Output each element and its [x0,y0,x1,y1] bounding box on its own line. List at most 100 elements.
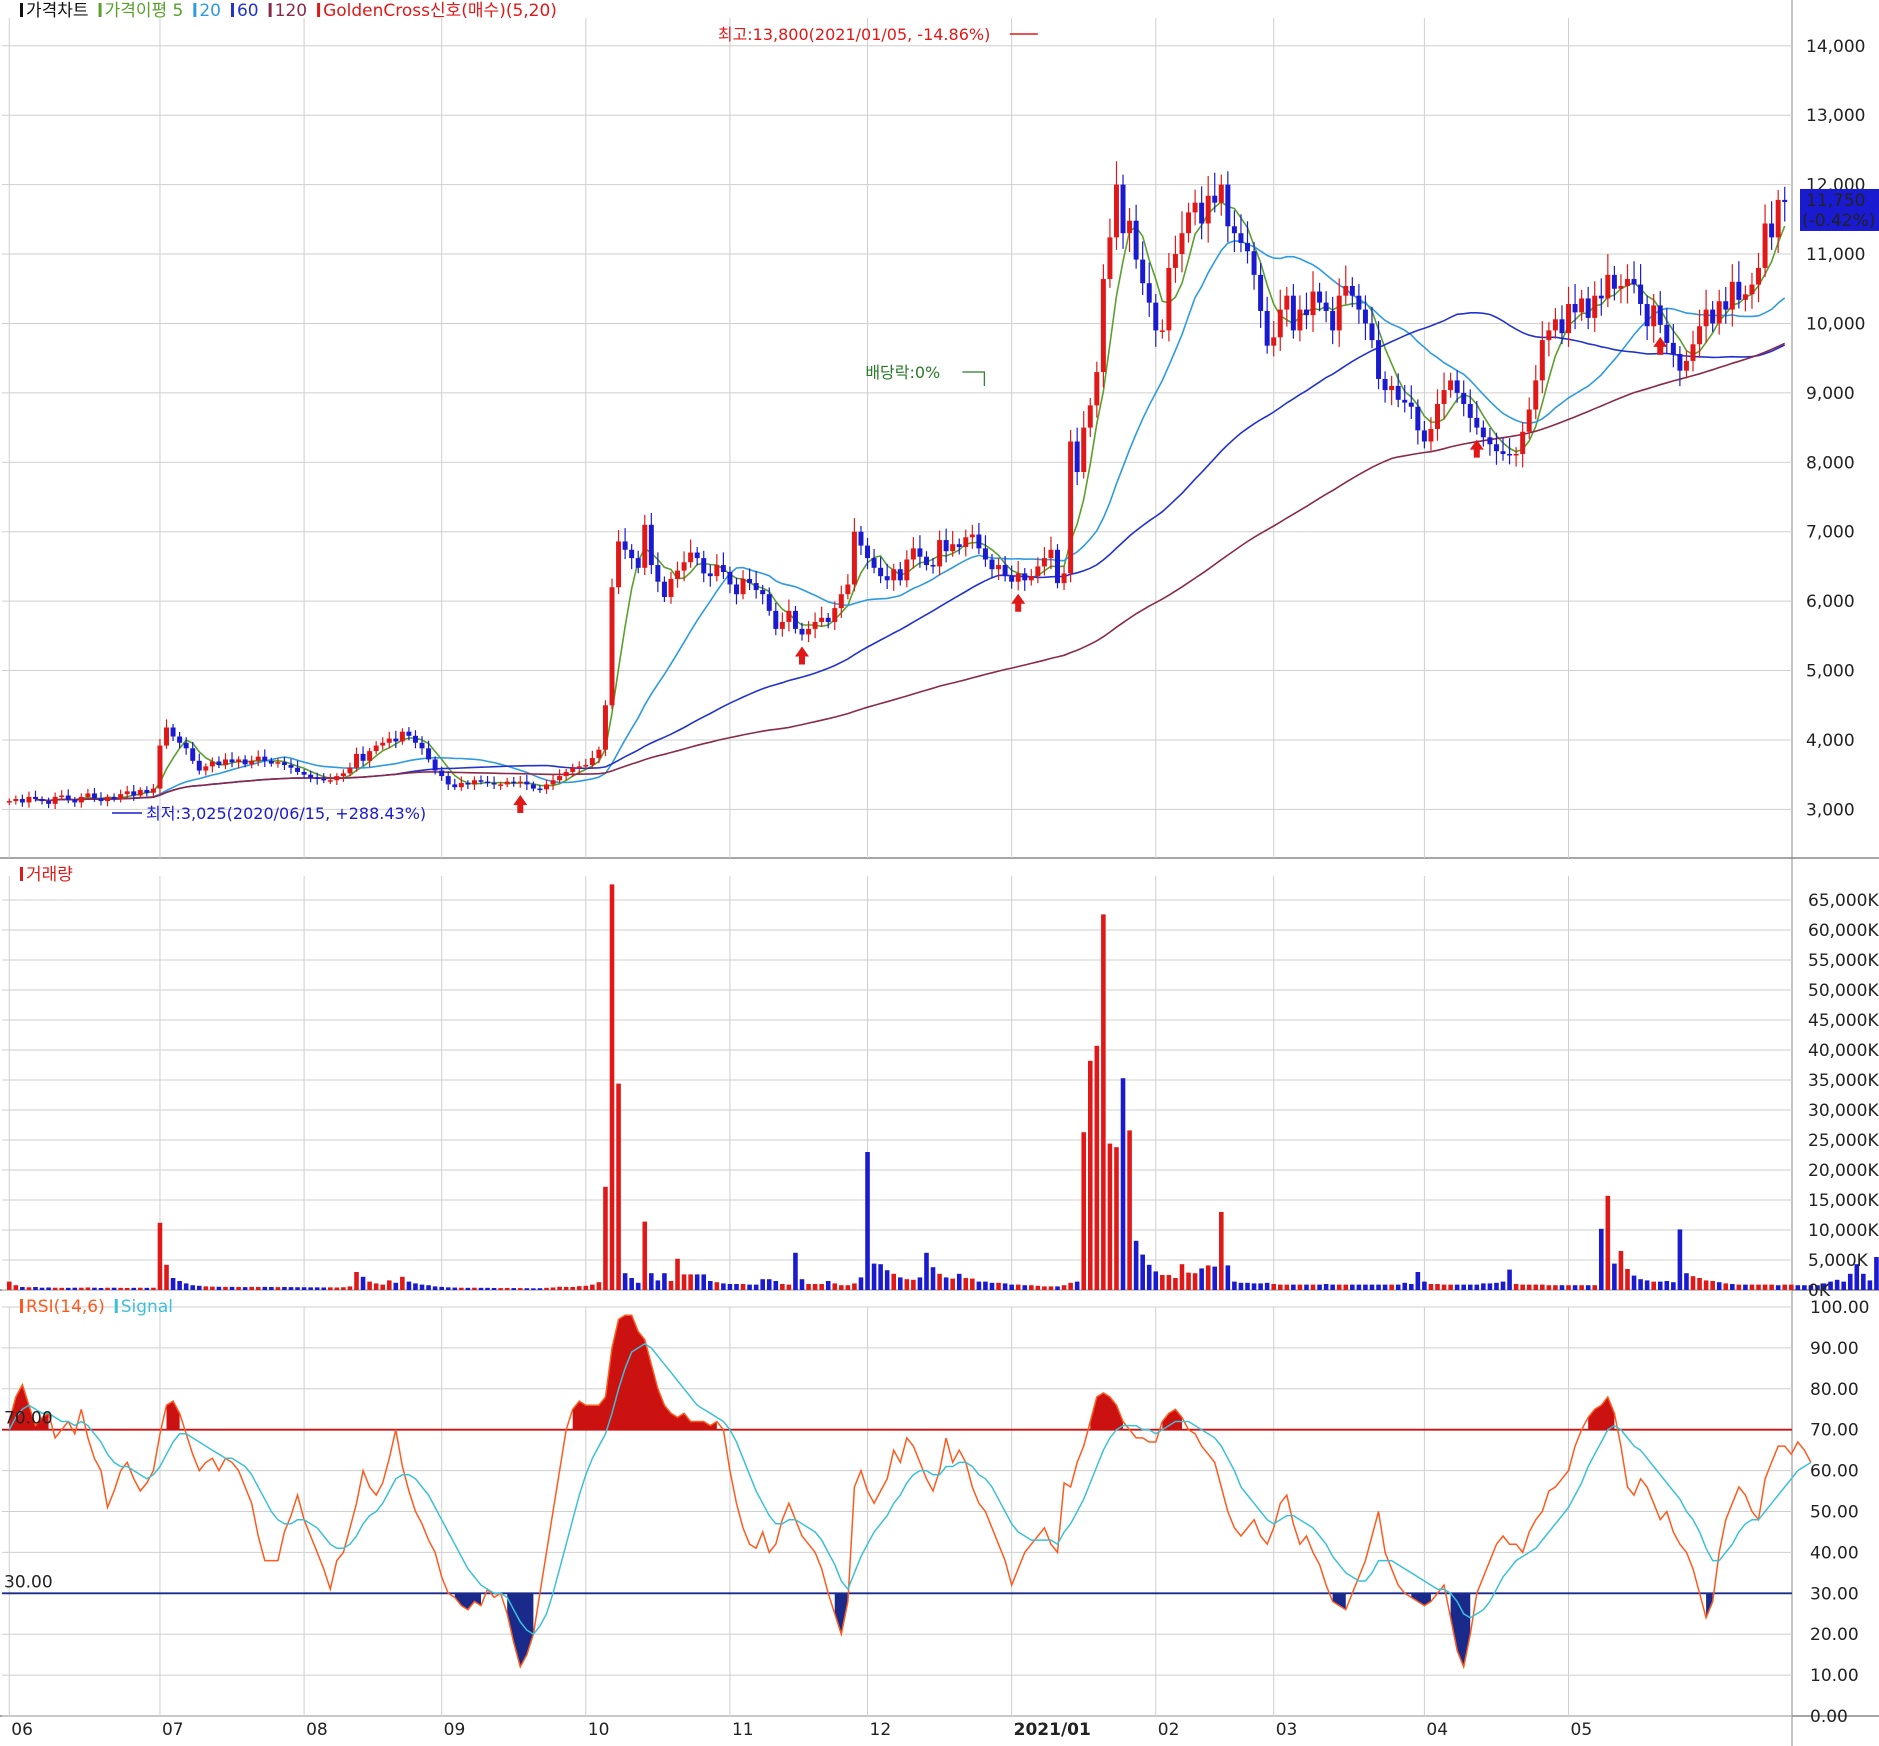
volume-bar [386,1280,392,1290]
volume-bar [1395,1284,1401,1290]
volume-bar [609,884,615,1290]
current-change: (-0.42%) [1802,211,1875,231]
volume-bar [1775,1285,1781,1290]
rsi-overbought-fill [572,1315,717,1430]
volume-bar [46,1287,51,1290]
volume-bar [79,1287,84,1290]
candle-body [1435,403,1440,429]
candle-body [39,798,45,802]
volume-bar [596,1282,602,1290]
dividend-annotation: 배당락:0% [865,363,940,382]
candle-body [1742,294,1748,300]
candle-body [596,749,602,759]
golden-cross-arrow [1011,593,1026,612]
candle-body [570,767,576,772]
golden-cross-arrow [513,795,528,814]
candle-body [1271,337,1277,346]
volume-bar [996,1282,1001,1290]
volume-bar [1271,1284,1277,1290]
legend-swatch [114,1299,118,1313]
volume-bar [753,1284,759,1290]
candle-body [170,727,176,737]
volume-bar [1422,1281,1427,1290]
legend-swatch [317,3,321,17]
candle-body [485,781,491,784]
volume-bar [747,1284,752,1290]
volume-bar [812,1284,818,1290]
candle-body [1061,573,1067,584]
candle-body [308,774,314,778]
candle-body [1520,431,1526,454]
candle-body [1055,549,1061,584]
volume-bar [1795,1285,1801,1290]
price-panel[interactable]: 3,000 4,000 5,000 6,000 7,000 8,000 9,000 10,00… [6,1,1879,823]
candle-body [1179,233,1185,255]
candle-body [668,578,674,597]
candle-body [851,531,857,585]
candle-body [432,759,438,771]
candle-body [458,783,464,788]
volume-bar [151,1287,156,1290]
candle-body [32,796,38,799]
rsi-series-line [8,1314,1812,1670]
candle-body [1041,558,1047,567]
stock-chart[interactable]: 3,000 4,000 5,000 6,000 7,000 8,000 9,000 10,00… [0,0,1879,1746]
legend-label: 120 [275,1,307,21]
volume-bar [334,1287,340,1290]
volume-bar [603,1186,608,1290]
volume-bar [321,1287,327,1290]
volume-bar [400,1276,405,1290]
candle-body [196,760,202,771]
date-axis-label: 02 [1158,1720,1180,1740]
candle-body [923,556,929,566]
candle-body [1474,417,1480,428]
volume-bar [806,1284,811,1290]
candle-body [792,610,798,629]
volume-bar [373,1283,379,1290]
volume-bar [1592,1285,1598,1290]
volume-bar [760,1279,765,1290]
candle-body [1421,430,1427,442]
candle-body [1775,199,1781,238]
rsi-tick-label: 30.00 [1810,1584,1859,1604]
volume-bar [1225,1265,1231,1290]
volume-bar [825,1281,831,1290]
volume-bar [1467,1284,1473,1290]
volume-bar [275,1287,281,1290]
candle-body [281,762,287,765]
volume-bar [1382,1284,1388,1290]
volume-bar [989,1282,995,1290]
candle-body [360,753,366,761]
volume-bar [1762,1284,1768,1290]
candle-body [989,559,995,570]
candle-body [1146,283,1152,303]
volume-bar [1277,1284,1283,1290]
candle-body [164,727,170,746]
volume-bar [544,1287,549,1290]
candle-body [1408,402,1414,407]
volume-bar [13,1285,19,1290]
candle-body [675,570,681,579]
price-legend: 가격차트 가격이평 5 20 60 120 GoldenCross신호(매수)(5,20) [20,1,557,21]
candle-body [334,776,340,781]
candle-body [530,784,536,789]
volume-bar [517,1288,523,1290]
candle-body [740,578,746,595]
volume-bar [714,1282,720,1290]
candle-body [26,796,32,803]
rsi-tick-label: 50.00 [1810,1503,1859,1523]
candle-body [1258,274,1264,311]
date-axis-label: 04 [1426,1720,1448,1740]
rsi-oversold-fill [1332,1593,1346,1610]
candle-body [288,764,294,768]
candle-body [616,541,622,588]
volume-bar [1205,1265,1211,1290]
candle-body [1618,285,1624,289]
candle-body [1349,285,1355,296]
volume-bar [1284,1284,1290,1290]
volume-bar [98,1287,104,1290]
candle-body [380,742,386,746]
date-axis-label: 2021/01 [1014,1720,1091,1740]
volume-bar [210,1286,215,1290]
candle-body [85,793,91,797]
